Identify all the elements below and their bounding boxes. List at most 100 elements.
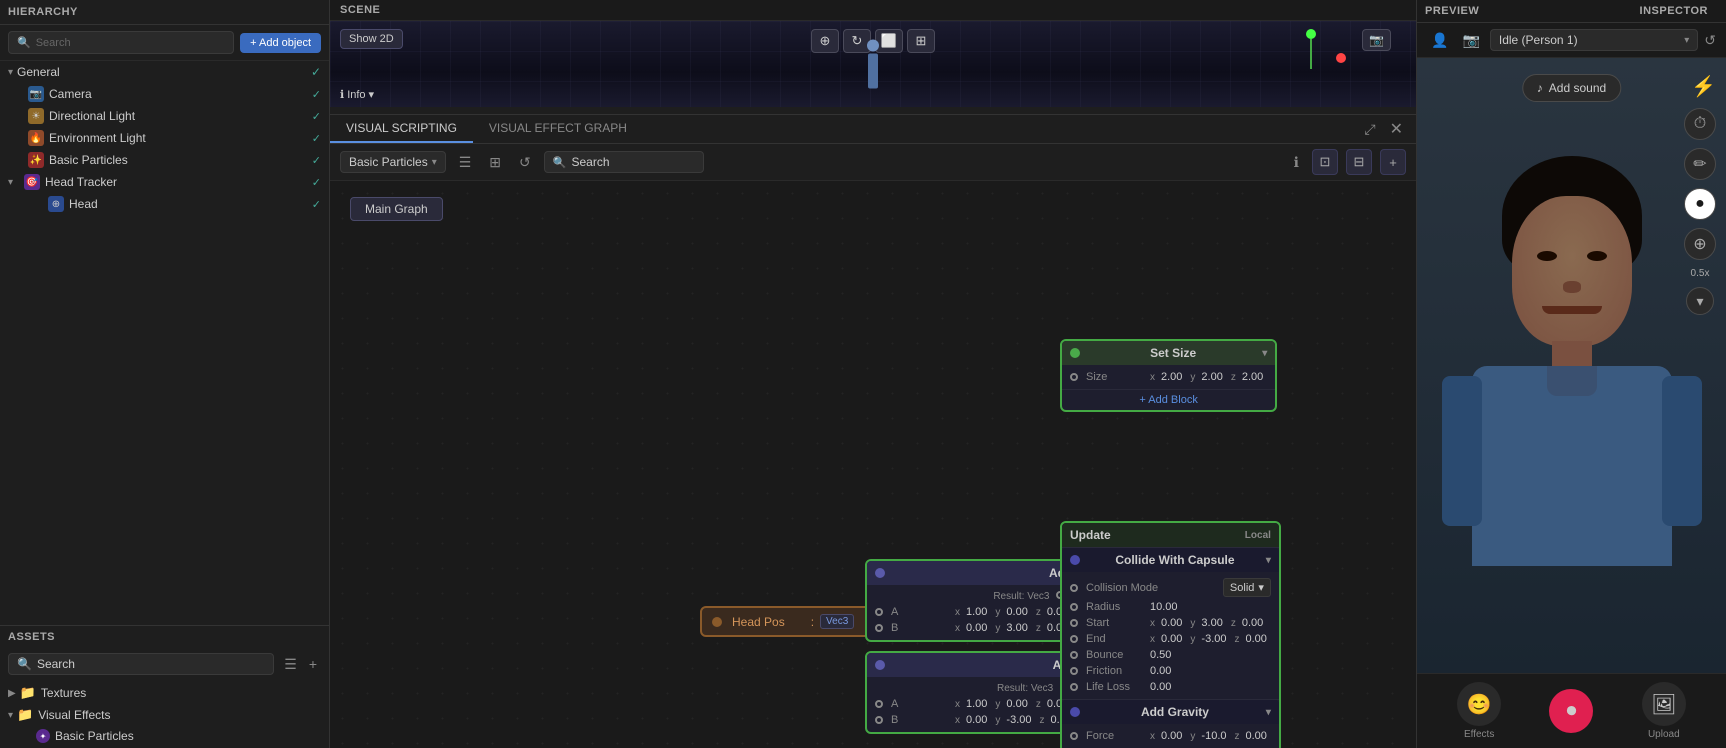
env-light-label: Environment Light xyxy=(49,131,312,145)
visual-effects-arrow-icon: ▾ xyxy=(8,710,13,721)
show2d-button[interactable]: Show 2D xyxy=(340,29,403,49)
asset-folder-visual-effects[interactable]: ▾ 📁 Visual Effects xyxy=(8,704,321,726)
add2-row-b: B x0.00 y-3.00 z0.00 xyxy=(875,712,1076,728)
asset-folder-textures[interactable]: ▶ 📁 Textures xyxy=(8,682,321,704)
tab-visual-effect-graph[interactable]: VISUAL EFFECT GRAPH xyxy=(473,115,643,143)
vs-grid-button[interactable]: ⊞ xyxy=(484,151,506,174)
search-label: Search xyxy=(36,37,71,49)
collision-mode-select[interactable]: Solid ▾ xyxy=(1223,578,1271,597)
vtab-close-button[interactable]: ✕ xyxy=(1385,116,1408,142)
set-size-expand-icon[interactable]: ▾ xyxy=(1262,348,1267,359)
music-icon: ♪ xyxy=(1537,81,1543,95)
collision-mode-dot-icon xyxy=(1070,584,1078,592)
directional-check: ✓ xyxy=(312,110,321,123)
rt-circle-button[interactable]: ● xyxy=(1684,188,1716,220)
tree-item-env-light[interactable]: 🔥 Environment Light ✓ xyxy=(0,127,329,149)
preview-avatar-button[interactable]: 👤 xyxy=(1427,30,1452,51)
vs-save-button[interactable]: ⊡ xyxy=(1312,149,1338,175)
friction-dot-icon xyxy=(1070,667,1078,675)
effects-button[interactable]: 😊 Effects xyxy=(1457,682,1501,740)
head-pos-node[interactable]: Head Pos : Vec3 xyxy=(700,606,888,637)
set-size-title: Set Size xyxy=(1150,346,1196,360)
assets-add-button[interactable]: + xyxy=(305,654,321,675)
add-object-button[interactable]: + Add object xyxy=(240,33,321,53)
head-pos-dot-icon xyxy=(712,617,722,627)
add2-a-y-label: y xyxy=(995,699,1000,710)
camera-button[interactable]: 📷 xyxy=(1362,29,1391,51)
tree-item-basic-particles[interactable]: ✨ Basic Particles ✓ xyxy=(0,149,329,171)
rt-timer-button[interactable]: ⏱ xyxy=(1684,108,1716,140)
asset-item-basic-particles[interactable]: ✦ Basic Particles xyxy=(8,726,321,746)
info-icon: ℹ xyxy=(340,88,344,101)
start-row: Start x0.00 y3.00 z0.00 xyxy=(1070,615,1271,631)
force-z-label: z xyxy=(1235,731,1240,742)
preview-bottom-bar: 😊 Effects ⏺ 🖼 Upload xyxy=(1417,673,1726,748)
vs-graph-select[interactable]: Basic Particles ▾ xyxy=(340,151,446,173)
set-size-add-block[interactable]: + Add Block xyxy=(1062,389,1275,410)
end-y-label: y xyxy=(1190,634,1195,645)
add-gravity-expand-icon[interactable]: ▾ xyxy=(1266,707,1271,718)
gravity-section: Force x0.00 y-10.0 z0.00 xyxy=(1062,724,1279,748)
collide-dot-icon xyxy=(1070,555,1080,565)
life-loss-val: 0.00 xyxy=(1150,681,1171,693)
friction-row: Friction 0.00 xyxy=(1070,663,1271,679)
record-button[interactable]: ⏺ xyxy=(1549,689,1593,733)
scene-tool-more[interactable]: ⊞ xyxy=(907,29,935,53)
add-sound-button[interactable]: ♪ Add sound xyxy=(1522,74,1621,102)
collision-mode-value: Solid xyxy=(1230,582,1254,594)
upload-button[interactable]: 🖼 Upload xyxy=(1642,682,1686,740)
start-y-label: y xyxy=(1190,618,1195,629)
particles-check: ✓ xyxy=(312,154,321,167)
tree-item-head-tracker[interactable]: ▾ 🎯 Head Tracker ✓ xyxy=(0,171,329,193)
end-row: End x0.00 y-3.00 z0.00 xyxy=(1070,631,1271,647)
rt-layers-button[interactable]: ⊕ xyxy=(1684,228,1716,260)
head-tracker-label: Head Tracker xyxy=(45,175,312,189)
vs-layout-button[interactable]: ⊟ xyxy=(1346,149,1372,175)
search-add-row: 🔍 Search + Add object xyxy=(0,25,329,61)
collide-title: Collide With Capsule xyxy=(1115,553,1234,567)
add-node-1-header: Add xyxy=(867,561,1080,585)
camera-label: Camera xyxy=(49,87,312,101)
end-x-label: x xyxy=(1150,634,1155,645)
tree-item-camera[interactable]: 📷 Camera ✓ xyxy=(0,83,329,105)
vs-info-button[interactable]: ℹ xyxy=(1289,151,1304,174)
assets-search-input[interactable]: 🔍 Search xyxy=(8,653,274,675)
assets-section: ASSETS 🔍 Search ☰ + ▶ 📁 Textures xyxy=(0,625,329,748)
vs-search[interactable]: 🔍 Search xyxy=(544,151,704,173)
vtab-popout-button[interactable]: ⤢ xyxy=(1359,118,1380,141)
force-z-val: 0.00 xyxy=(1246,730,1267,742)
rt-expand-button[interactable]: ▾ xyxy=(1686,287,1714,315)
scene-tool-move[interactable]: ⊕ xyxy=(811,29,839,53)
vs-list-button[interactable]: ☰ xyxy=(454,151,477,174)
preview-refresh-button[interactable]: ↺ xyxy=(1704,32,1716,49)
tree-item-head[interactable]: ⊕ Head ✓ xyxy=(0,193,329,215)
scene-tool-frame[interactable]: ⬜ xyxy=(875,29,903,53)
main-graph-tab[interactable]: Main Graph xyxy=(350,197,443,221)
rt-brush-button[interactable]: ✏ xyxy=(1684,148,1716,180)
add2-a-x-val: 1.00 xyxy=(966,698,987,710)
preview-camera-button[interactable]: 📷 xyxy=(1458,30,1483,51)
center-panel: SCENE Show 2D ⊕ ↻ ⬜ ⊞ xyxy=(330,0,1416,748)
bounce-dot-icon xyxy=(1070,651,1078,659)
start-label: Start xyxy=(1086,617,1146,629)
tab-visual-scripting[interactable]: VISUAL SCRIPTING xyxy=(330,115,473,143)
general-section[interactable]: ▾ General ✓ xyxy=(0,61,329,83)
tree-item-directional-light[interactable]: ☀ Directional Light ✓ xyxy=(0,105,329,127)
vs-refresh-button[interactable]: ↺ xyxy=(514,151,536,174)
preview-person-select[interactable]: Idle (Person 1) ▾ xyxy=(1490,29,1698,51)
info-button[interactable]: ℹ Info ▾ xyxy=(340,88,374,101)
collide-expand-icon[interactable]: ▾ xyxy=(1266,555,1271,566)
preview-person-view: ♪ Add sound ⚡ ⏱ ✏ ● ⊕ 0.5x ▾ xyxy=(1417,58,1726,673)
basic-particles-asset-label: Basic Particles xyxy=(55,729,134,743)
vs-select-arrow-icon: ▾ xyxy=(432,157,437,168)
hierarchy-search[interactable]: 🔍 Search xyxy=(8,31,234,54)
assets-list-button[interactable]: ☰ xyxy=(280,654,301,675)
vs-toolbar: Basic Particles ▾ ☰ ⊞ ↺ 🔍 Search ℹ ⊡ ⊟ + xyxy=(330,144,1416,181)
vs-add-button[interactable]: + xyxy=(1380,149,1406,175)
add1-b-label: B xyxy=(891,622,951,634)
person-left-arm xyxy=(1442,376,1482,526)
vs-canvas[interactable]: Main Graph xyxy=(330,181,1416,748)
start-dot-icon xyxy=(1070,619,1078,627)
upload-label: Upload xyxy=(1648,729,1680,740)
general-check-icon: ✓ xyxy=(311,65,321,79)
